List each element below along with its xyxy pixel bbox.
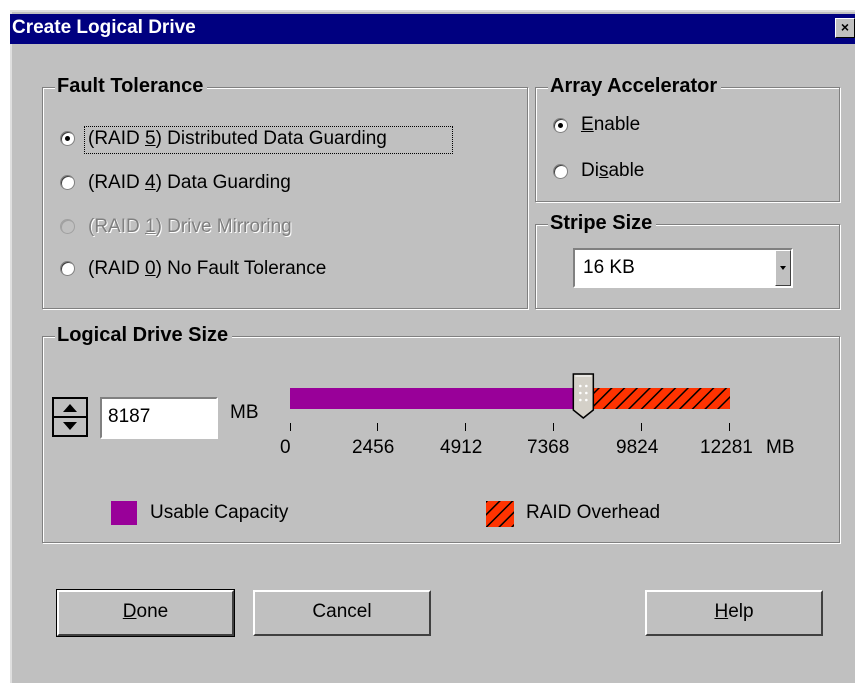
fault-tolerance-legend: Fault Tolerance: [55, 75, 208, 97]
raid5-radio[interactable]: [60, 131, 75, 146]
usable-capacity-swatch: [111, 501, 137, 525]
close-icon: ×: [840, 19, 850, 35]
axis-label: 2456: [352, 437, 395, 458]
raid1-radio: [60, 219, 75, 234]
axis-label: 9824: [616, 437, 659, 458]
close-button[interactable]: ×: [835, 18, 855, 38]
slider-thumb[interactable]: [572, 373, 595, 419]
stripe-size-value: 16 KB: [583, 257, 635, 278]
size-slider[interactable]: [285, 370, 745, 420]
usable-capacity-label: Usable Capacity: [150, 502, 289, 523]
axis-tick: [729, 423, 730, 431]
raid0-radio[interactable]: [60, 261, 75, 276]
logical-drive-size-legend: Logical Drive Size: [55, 324, 233, 346]
raid5-label[interactable]: (RAID 5) Distributed Data Guarding: [88, 128, 387, 150]
cancel-button[interactable]: Cancel: [253, 590, 431, 636]
size-input[interactable]: 8187: [100, 397, 218, 439]
enable-radio[interactable]: [553, 118, 568, 133]
size-spinner[interactable]: [52, 397, 88, 437]
arrow-up-icon: [63, 404, 77, 412]
axis-unit-label: MB: [766, 437, 795, 458]
help-button[interactable]: Help: [645, 590, 823, 636]
raid4-radio[interactable]: [60, 175, 75, 190]
done-button[interactable]: Done: [56, 589, 235, 637]
raid0-label[interactable]: (RAID 0) No Fault Tolerance: [88, 258, 326, 280]
array-accelerator-group: [535, 87, 840, 202]
stripe-size-dropdown-button[interactable]: [775, 250, 791, 286]
stripe-size-legend: Stripe Size: [548, 212, 657, 234]
arrow-down-icon: [63, 422, 77, 430]
axis-tick: [377, 423, 378, 431]
axis-tick: [290, 423, 291, 431]
axis-label: 12281: [700, 437, 753, 458]
size-input-value: 8187: [108, 406, 151, 427]
enable-label[interactable]: Enable: [581, 114, 640, 136]
axis-label: 7368: [527, 437, 570, 458]
raid-overhead-bar: [583, 388, 730, 409]
chevron-down-icon: [780, 266, 786, 270]
usable-capacity-bar: [290, 388, 584, 409]
window-title: Create Logical Drive: [12, 17, 196, 38]
axis-label: 0: [280, 437, 291, 458]
disable-label[interactable]: Disable: [581, 160, 644, 182]
array-accelerator-legend: Array Accelerator: [548, 75, 722, 97]
spinner-down-button[interactable]: [54, 418, 86, 435]
raid-overhead-label: RAID Overhead: [526, 502, 661, 523]
size-unit-label: MB: [230, 402, 259, 423]
disable-radio[interactable]: [553, 164, 568, 179]
axis-tick: [641, 423, 642, 431]
raid-overhead-swatch: [486, 501, 514, 527]
axis-tick: [553, 423, 554, 431]
axis-tick: [465, 423, 466, 431]
axis-label: 4912: [440, 437, 483, 458]
spinner-up-button[interactable]: [54, 399, 86, 416]
stripe-size-select[interactable]: 16 KB: [573, 248, 793, 288]
raid1-label: (RAID 1) Drive Mirroring: [88, 216, 292, 237]
raid4-label[interactable]: (RAID 4) Data Guarding: [88, 172, 291, 194]
